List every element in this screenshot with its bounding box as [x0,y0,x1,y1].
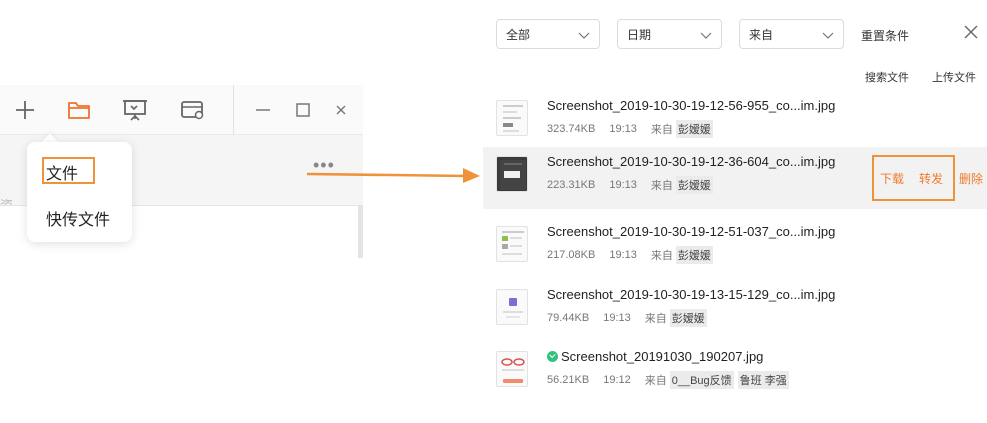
file-time: 19:13 [609,249,637,261]
file-time: 19:13 [609,179,637,191]
file-time: 19:13 [603,312,631,324]
maximize-icon[interactable] [290,97,316,123]
file-row[interactable]: Screenshot_2019-10-30-19-13-15-129_co...… [483,280,987,342]
delete-button[interactable]: 删除 [959,170,983,187]
settings-panel-icon[interactable] [180,97,206,123]
annotation-arrow [307,168,480,183]
sender-tag: 彭嫒媛 [675,120,713,138]
reset-filters-button[interactable]: 重置条件 [861,27,909,44]
file-thumbnail [496,226,528,262]
menu-item-fast-transfer[interactable]: 快传文件 [46,206,110,230]
chevron-down-icon [578,32,590,39]
file-from-label: 来自 [650,180,673,192]
file-thumbnail [496,100,528,136]
file-thumbnail [496,156,528,192]
filter-all-value: 全部 [506,27,531,42]
file-name[interactable]: Screenshot_2019-10-30-19-13-15-129_co...… [547,287,835,302]
sender-tag: 0__Bug反馈 [669,371,734,389]
toolbar [0,85,363,135]
close-icon[interactable] [328,97,354,123]
filter-date-select[interactable]: 日期 [617,19,722,49]
sender-tag: 鲁班 李强 [737,371,789,389]
file-size: 323.74KB [547,123,596,135]
annotation-highlight-file [42,157,95,184]
chevron-down-icon [822,32,834,39]
sender-tag: 彭嫒媛 [669,309,707,327]
file-meta: 223.31KB 19:13 来自 彭嫒媛 [547,176,717,194]
folder-icon[interactable] [66,97,92,123]
file-size: 223.31KB [547,179,596,191]
file-name[interactable]: Screenshot_2019-10-30-19-12-36-604_co...… [547,154,835,169]
panel-close-icon[interactable] [961,22,981,42]
file-from-label: 来自 [650,124,673,136]
file-thumbnail [496,289,528,325]
minimize-icon[interactable] [250,97,276,123]
file-time: 19:13 [609,123,637,135]
filter-date-value: 日期 [627,27,652,42]
verified-check-icon [547,351,558,362]
file-meta: 323.74KB 19:13 来自 彭嫒媛 [547,120,717,138]
file-row[interactable]: Screenshot_20191030_190207.jpg 56.21KB 1… [483,342,987,404]
file-meta: 56.21KB 19:12 来自 0__Bug反馈 鲁班 李强 [547,371,793,389]
file-name[interactable]: Screenshot_2019-10-30-19-12-56-955_co...… [547,98,835,113]
sender-tag: 彭嫒媛 [675,176,713,194]
file-name[interactable]: Screenshot_2019-10-30-19-12-51-037_co...… [547,224,835,239]
chevron-down-icon [700,32,712,39]
file-row[interactable]: Screenshot_2019-10-30-19-12-56-955_co...… [483,91,987,153]
annotation-highlight-actions [872,155,955,201]
file-size: 56.21KB [547,374,590,386]
filter-source-value: 来自 [749,27,774,42]
filter-all-select[interactable]: 全部 [496,19,600,49]
toolbar-divider [233,85,234,135]
file-thumbnail [496,351,528,387]
plus-icon[interactable] [12,97,38,123]
file-from-label: 来自 [650,250,673,262]
filter-source-select[interactable]: 来自 [739,19,844,49]
file-row[interactable]: Screenshot_2019-10-30-19-12-51-037_co...… [483,217,987,279]
search-files-button[interactable]: 搜索文件 [865,69,909,85]
upload-files-button[interactable]: 上传文件 [932,69,976,85]
file-size: 217.08KB [547,249,596,261]
file-name[interactable]: Screenshot_20191030_190207.jpg [547,349,763,364]
presentation-icon[interactable] [122,97,148,123]
file-name-text: Screenshot_20191030_190207.jpg [561,349,764,364]
file-from-label: 来自 [644,313,667,325]
file-size: 79.44KB [547,312,590,324]
file-meta: 217.08KB 19:13 来自 彭嫒媛 [547,246,717,264]
file-time: 19:12 [603,374,631,386]
sender-tag: 彭嫒媛 [675,246,713,264]
file-from-label: 来自 [644,375,667,387]
file-meta: 79.44KB 19:13 来自 彭嫒媛 [547,309,711,327]
scrollbar[interactable] [358,205,363,258]
